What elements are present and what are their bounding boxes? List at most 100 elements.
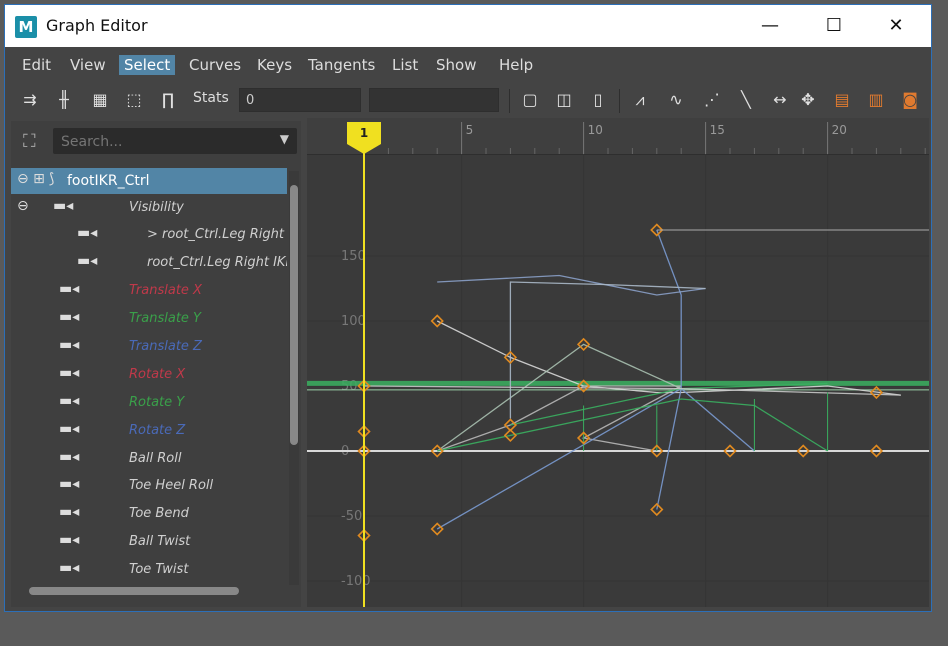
retime-icon[interactable]: ∏ xyxy=(155,87,181,113)
curve-graph[interactable]: 5101520150100500-50-1001 xyxy=(307,118,929,607)
menu-keys[interactable]: Keys xyxy=(252,55,297,75)
tree-item-label: Translate X xyxy=(129,283,202,298)
move-tangent-icon[interactable]: ✥ xyxy=(795,87,821,113)
stats-field-2[interactable] xyxy=(369,88,499,112)
menu-view[interactable]: View xyxy=(65,55,111,75)
tree-item-label: Translate Z xyxy=(129,339,202,354)
tree-item[interactable]: ▬◂ Translate Z xyxy=(11,334,287,360)
menu-edit[interactable]: Edit xyxy=(17,55,56,75)
search-input[interactable] xyxy=(59,131,263,153)
graph-editor-window: M Graph Editor — ☐ ✕ Edit View Select Cu… xyxy=(4,4,932,612)
tree-item[interactable]: ▬◂ Translate Y xyxy=(11,306,287,332)
tree-item[interactable]: ▬◂ Translate X xyxy=(11,278,287,304)
filter-icon[interactable]: ⛶ xyxy=(23,131,36,152)
linear-tangent-icon[interactable]: ╲ xyxy=(733,87,759,113)
frame-playback-icon[interactable]: ◫ xyxy=(551,87,577,113)
stats-field[interactable]: 0 xyxy=(239,88,361,112)
horizontal-scroll-thumb[interactable] xyxy=(29,587,239,595)
tree-item[interactable]: ▬◂ Ball Twist xyxy=(11,529,287,555)
tree-item[interactable]: ▬◂ root_Ctrl.Leg Right IKF xyxy=(11,250,287,276)
tree-item[interactable]: ▬◂ Ball Roll xyxy=(11,446,287,472)
tree-item[interactable]: ▬◂ > root_Ctrl.Leg Right I xyxy=(11,222,287,248)
camera-icon[interactable]: ◙ xyxy=(897,87,923,113)
minimize-button[interactable]: — xyxy=(747,9,793,43)
maya-app-icon: M xyxy=(15,16,37,38)
menu-bar: Edit View Select Curves Keys Tangents Li… xyxy=(5,49,931,81)
lattice-icon[interactable]: ▦ xyxy=(87,87,113,113)
toolbar: ⇉ ╫ ▦ ⬚ ∏ Stats 0 ▢ ◫ ▯ ⩘ ∿ ⋰ ╲ ↔ ✥ ▤ ▥ … xyxy=(5,83,931,119)
region-select-icon[interactable]: ⬚ xyxy=(121,87,147,113)
key-icon: ▬◂ xyxy=(59,504,80,520)
tree-item-label: Translate Y xyxy=(129,311,202,326)
tree-item[interactable]: ▬◂ Toe Heel Roll xyxy=(11,473,287,499)
key-icon: ▬◂ xyxy=(53,198,74,214)
tree-item-label: Toe Twist xyxy=(129,562,189,577)
y-axis-label: -50 xyxy=(341,509,362,524)
tree-item-label: Rotate X xyxy=(129,367,186,382)
vertical-scroll-thumb[interactable] xyxy=(290,185,298,445)
tree-item-label: Ball Twist xyxy=(129,534,191,549)
curve-green-b xyxy=(437,398,828,452)
tree-item[interactable]: ⊖ ▬◂ Visibility xyxy=(11,195,287,221)
search-box[interactable]: ▼ xyxy=(53,128,297,154)
clamped-tangent-icon[interactable]: ⋰ xyxy=(699,87,725,113)
tree-item-label: Rotate Z xyxy=(129,423,186,438)
key-icon: ▬◂ xyxy=(59,365,80,381)
tree-item[interactable]: ▬◂ Rotate Y xyxy=(11,390,287,416)
tree-item[interactable]: ▬◂ Rotate X xyxy=(11,362,287,388)
tree-item-label: Visibility xyxy=(129,200,184,215)
collapse-icon[interactable]: ⊖ xyxy=(17,198,29,214)
curve-blue-c xyxy=(437,274,706,296)
ruler-label: 5 xyxy=(466,123,474,137)
menu-select[interactable]: Select xyxy=(119,55,176,75)
horizontal-scrollbar[interactable] xyxy=(15,585,285,597)
ruler-label: 15 xyxy=(710,123,725,137)
key-icon: ▬◂ xyxy=(59,309,80,325)
expand-icon[interactable]: ⊖ ⊞ xyxy=(17,171,45,187)
menu-tangents[interactable]: Tangents xyxy=(303,55,380,75)
tree-item[interactable]: ▬◂ Toe Bend xyxy=(11,501,287,527)
curve-blue-a xyxy=(436,387,755,530)
key-icon: ▬◂ xyxy=(59,421,80,437)
menu-list[interactable]: List xyxy=(387,55,423,75)
vertical-scrollbar[interactable] xyxy=(289,171,299,585)
key-icon: ▬◂ xyxy=(59,560,80,576)
menu-show[interactable]: Show xyxy=(431,55,481,75)
tree-item[interactable]: ▬◂ Toe Twist xyxy=(11,557,287,583)
tree-item-label: root_Ctrl.Leg Right IKF xyxy=(147,255,287,270)
swap-buffer-icon[interactable]: ▥ xyxy=(863,87,889,113)
spline-tangent-icon[interactable]: ∿ xyxy=(663,87,689,113)
frame-all-icon[interactable]: ▢ xyxy=(517,87,543,113)
tree-item[interactable]: ▬◂ Rotate Z xyxy=(11,418,287,444)
key-icon: ▬◂ xyxy=(77,253,98,269)
menu-curves[interactable]: Curves xyxy=(184,55,246,75)
y-axis-label: 100 xyxy=(341,314,366,329)
ruler-label: 20 xyxy=(832,123,847,137)
chevron-down-icon[interactable]: ▼ xyxy=(280,132,289,146)
key-icon: ▬◂ xyxy=(59,476,80,492)
menu-help[interactable]: Help xyxy=(494,55,538,75)
tree-item[interactable]: ⊖ ⊞ ⟆ footIKR_Ctrl xyxy=(11,168,287,194)
key-icon: ▬◂ xyxy=(59,532,80,548)
flat-tangent-icon[interactable]: ↔ xyxy=(767,87,793,113)
graph-view[interactable]: 5101520150100500-50-1001 xyxy=(307,118,929,607)
close-button[interactable]: ✕ xyxy=(873,9,919,43)
toolbar-separator xyxy=(619,89,620,113)
buffer-curve-icon[interactable]: ▤ xyxy=(829,87,855,113)
tree-item-label: footIKR_Ctrl xyxy=(67,173,150,189)
tree-item-label: Rotate Y xyxy=(129,395,185,410)
tree-item-label: > root_Ctrl.Leg Right I xyxy=(147,227,287,242)
curve-green-a xyxy=(436,343,682,452)
tree-item-label: Ball Roll xyxy=(129,451,182,466)
y-axis-label: -100 xyxy=(341,574,371,589)
move-key-icon[interactable]: ⇉ xyxy=(17,87,43,113)
curve-blue-d xyxy=(509,281,706,419)
center-view-icon[interactable]: ▯ xyxy=(585,87,611,113)
curve-node-icon: ⟆ xyxy=(49,171,55,187)
auto-tangent-icon[interactable]: ⩘ xyxy=(627,87,653,113)
ruler-label: 10 xyxy=(588,123,603,137)
maximize-button[interactable]: ☐ xyxy=(811,9,857,43)
key-icon: ▬◂ xyxy=(77,225,98,241)
insert-key-icon[interactable]: ╫ xyxy=(51,87,77,113)
title-bar[interactable]: M Graph Editor — ☐ ✕ xyxy=(5,5,931,47)
